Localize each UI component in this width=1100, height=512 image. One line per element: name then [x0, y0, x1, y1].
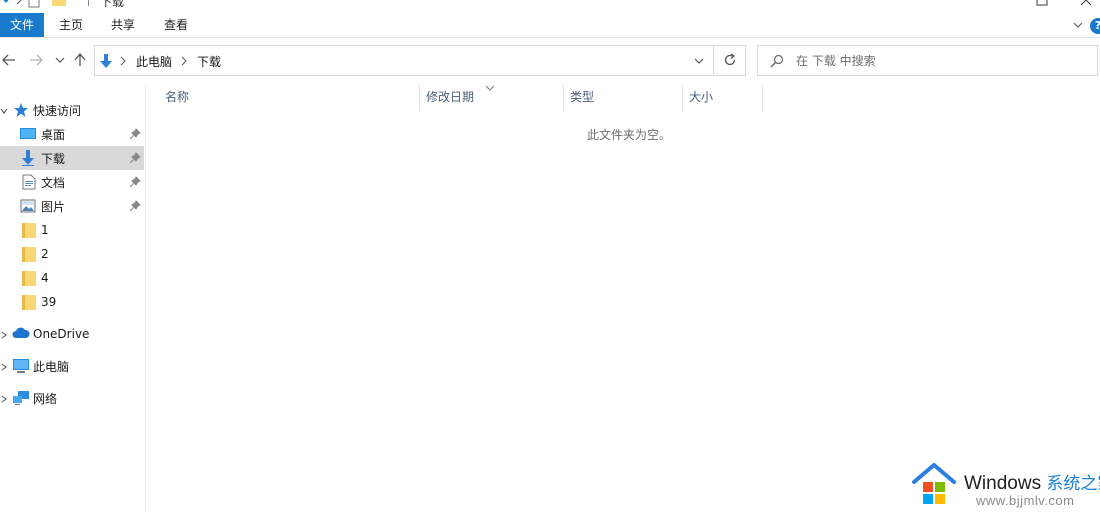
navigation-pane: 快速访问 桌面 下载 文档 图片 1 2 4 39 OneDrive 此电脑 网… — [0, 84, 146, 512]
ribbon: 文件 主页 共享 查看 ? — [0, 13, 1100, 38]
window-title: 下载 — [100, 0, 125, 9]
title-separator — [88, 0, 90, 6]
sidebar-item-downloads[interactable]: 下载 — [0, 146, 144, 170]
sidebar-item-label: 1 — [41, 223, 49, 237]
desktop-icon — [20, 126, 36, 142]
folder-icon — [22, 222, 38, 238]
pin-icon[interactable] — [129, 152, 141, 164]
sidebar-item-desktop[interactable]: 桌面 — [0, 122, 144, 146]
expand-caret-icon[interactable] — [0, 393, 8, 403]
cloud-icon — [12, 327, 30, 343]
sidebar-item-label: 39 — [41, 295, 57, 309]
search-input[interactable] — [796, 52, 1086, 70]
sidebar-item-label: 文档 — [41, 175, 66, 190]
tab-share[interactable]: 共享 — [102, 13, 144, 37]
expand-caret-icon[interactable] — [0, 105, 8, 115]
downloads-arrow-icon — [98, 53, 114, 72]
sidebar-item-folder-4[interactable]: 4 — [0, 266, 144, 290]
column-divider[interactable] — [762, 84, 763, 110]
column-header-type[interactable]: 类型 — [566, 84, 682, 110]
sidebar-item-label: 2 — [41, 247, 49, 261]
column-divider[interactable] — [563, 84, 564, 110]
address-dropdown-icon[interactable] — [693, 55, 705, 70]
column-header-name[interactable]: 名称 — [161, 84, 419, 110]
downloads-icon — [20, 150, 36, 166]
column-divider[interactable] — [682, 84, 683, 110]
sidebar-item-folder-39[interactable]: 39 — [0, 290, 144, 314]
sidebar-item-folder-2[interactable]: 2 — [0, 242, 144, 266]
help-icon[interactable]: ? — [1090, 18, 1100, 34]
sidebar-item-quick-access[interactable]: 快速访问 — [0, 98, 144, 122]
recent-locations-icon[interactable] — [51, 51, 69, 69]
sidebar-item-label: 下载 — [41, 151, 66, 166]
sidebar-item-label: 网络 — [33, 391, 58, 406]
column-divider[interactable] — [419, 84, 420, 110]
pictures-icon — [20, 198, 36, 214]
sidebar-item-label: 快速访问 — [33, 103, 82, 118]
breadcrumb-chevron-icon[interactable] — [118, 55, 128, 66]
sidebar-item-label: 4 — [41, 271, 49, 285]
sidebar-item-pictures[interactable]: 图片 — [0, 194, 144, 218]
sidebar-item-folder-1[interactable]: 1 — [0, 218, 144, 242]
column-header-date-modified[interactable]: 修改日期 — [422, 84, 564, 110]
tab-file[interactable]: 文件 — [0, 13, 44, 37]
watermark-brand: Windows 系统之家 — [964, 469, 1100, 495]
customize-toolbar-icon[interactable] — [74, 0, 82, 2]
sidebar-item-documents[interactable]: 文档 — [0, 170, 144, 194]
sidebar-item-this-pc[interactable]: 此电脑 — [0, 354, 144, 378]
expand-caret-icon[interactable] — [0, 361, 8, 371]
pin-icon[interactable] — [129, 176, 141, 188]
back-arrow-icon[interactable] — [0, 51, 18, 69]
sidebar-item-label: 桌面 — [41, 127, 66, 142]
folder-icon — [22, 294, 38, 310]
expand-caret-icon[interactable] — [0, 329, 8, 339]
watermark: Windows 系统之家 www.bjjmlv.com — [910, 462, 1100, 510]
up-arrow-icon[interactable] — [71, 51, 89, 69]
tab-home[interactable]: 主页 — [50, 13, 92, 37]
refresh-icon[interactable] — [723, 53, 737, 70]
breadcrumb-this-pc[interactable]: 此电脑 — [136, 53, 172, 70]
empty-folder-message: 此文件夹为空。 — [587, 128, 672, 142]
new-folder-icon[interactable] — [52, 0, 66, 6]
pin-icon[interactable] — [129, 128, 141, 140]
new-document-icon[interactable] — [28, 0, 40, 8]
watermark-brand-en: Windows — [964, 473, 1042, 494]
star-icon — [13, 102, 29, 118]
search-box — [757, 45, 1098, 76]
file-list[interactable]: 名称 修改日期 类型 大小 此文件夹为空。 — [147, 84, 1100, 512]
sidebar-item-onedrive[interactable]: OneDrive — [0, 322, 144, 346]
address-bar[interactable]: 此电脑 下载 — [94, 45, 746, 76]
breadcrumb-downloads[interactable]: 下载 — [197, 53, 221, 70]
maximize-icon[interactable] — [1036, 0, 1050, 8]
column-header-size[interactable]: 大小 — [685, 84, 762, 110]
sidebar-item-label: OneDrive — [33, 327, 90, 341]
forward-arrow-icon[interactable] — [27, 51, 45, 69]
watermark-brand-cn: 系统之家 — [1046, 474, 1100, 493]
quick-access-dropdown-icon[interactable] — [16, 0, 22, 6]
watermark-url: www.bjjmlv.com — [976, 493, 1075, 508]
network-icon — [12, 390, 29, 406]
expand-ribbon-icon[interactable] — [1072, 19, 1084, 31]
address-divider — [713, 46, 714, 75]
folder-icon — [22, 246, 38, 262]
windows-house-logo-icon — [910, 462, 958, 511]
search-icon[interactable] — [770, 54, 784, 68]
folder-icon — [22, 270, 38, 286]
sidebar-item-label: 此电脑 — [33, 359, 70, 374]
pin-icon[interactable] — [129, 200, 141, 212]
computer-icon — [12, 358, 29, 374]
tab-view[interactable]: 查看 — [154, 13, 198, 37]
breadcrumb-chevron-icon[interactable] — [179, 55, 189, 66]
title-bar: 下载 — [0, 0, 1100, 12]
sidebar-item-network[interactable]: 网络 — [0, 386, 144, 410]
sidebar-item-label: 图片 — [41, 199, 66, 214]
documents-icon — [22, 174, 38, 190]
close-icon[interactable] — [1080, 0, 1094, 8]
properties-icon[interactable] — [0, 0, 12, 6]
